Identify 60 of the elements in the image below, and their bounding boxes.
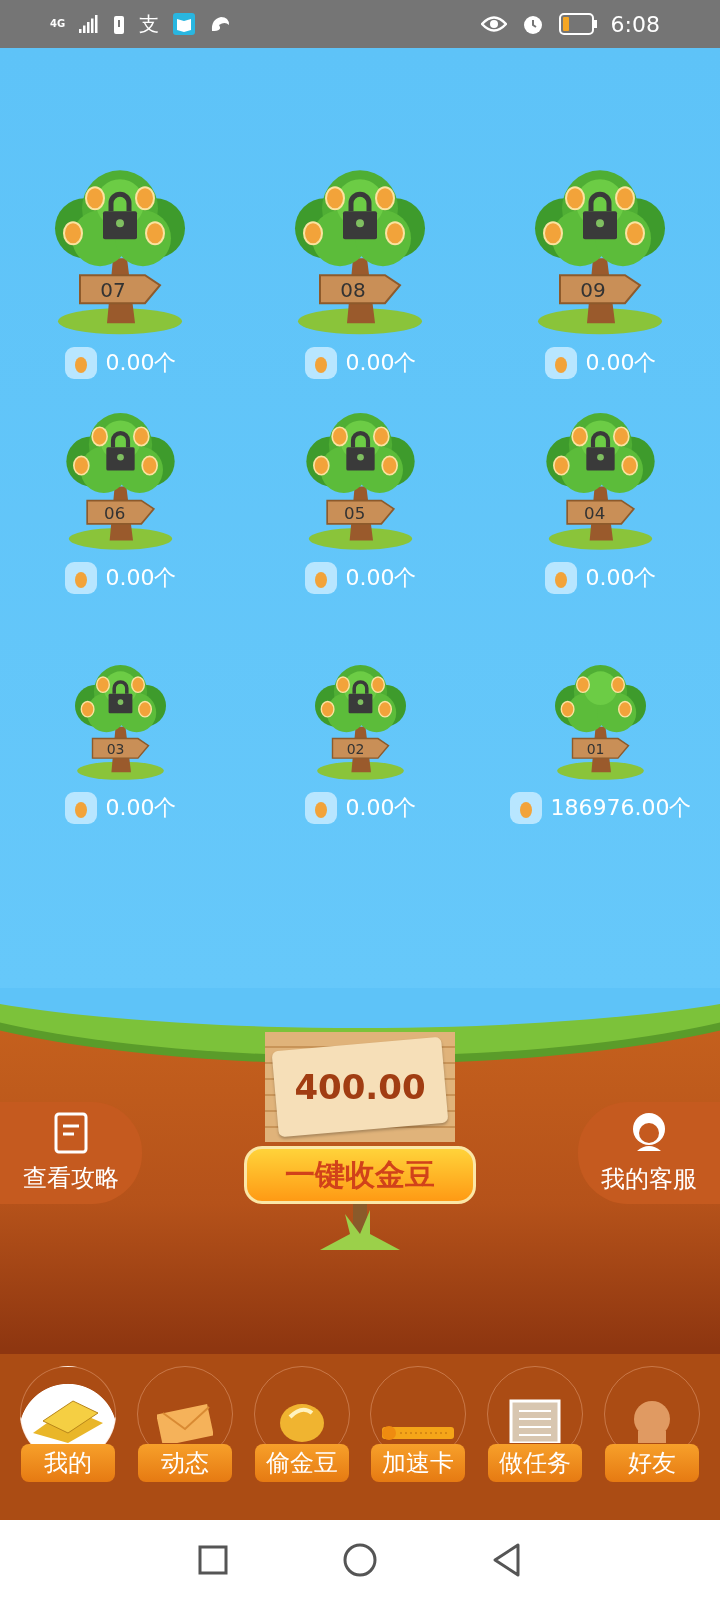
envelope-icon [157, 1403, 213, 1443]
acorn-icon [303, 791, 338, 825]
lock-icon [348, 680, 372, 714]
home-icon[interactable] [343, 1543, 377, 1577]
bean-amount: 0.00个 [105, 564, 177, 592]
bean-amount: 0.00个 [105, 794, 177, 822]
wooden-sign [91, 738, 150, 760]
tree-number: 04 [583, 503, 605, 523]
wooden-sign [85, 499, 155, 525]
network-type: 4G [50, 19, 66, 29]
lock-icon [585, 430, 615, 471]
bean-amount: 0.00个 [345, 564, 417, 592]
lock-icon [343, 191, 377, 239]
bean-amount: 0.00个 [345, 794, 417, 822]
bean-amount: 0.00个 [345, 349, 417, 377]
speed-bar-icon [380, 1423, 457, 1443]
acorn-icon [508, 791, 543, 825]
acorn-icon [303, 346, 338, 380]
book-icon [173, 13, 196, 35]
document-icon [509, 1399, 561, 1443]
tree-number: 06 [103, 503, 125, 523]
bean-amount: 0.00个 [585, 564, 657, 592]
acorn-icon [543, 346, 578, 380]
acorn-icon [543, 561, 578, 595]
acorn-icon [63, 346, 98, 380]
wooden-sign [565, 499, 635, 525]
lock-icon [103, 191, 137, 239]
acorn-icon [303, 561, 338, 595]
tree-number: 03 [106, 741, 124, 758]
lock-icon [105, 430, 135, 471]
eye-icon [480, 15, 507, 33]
tree-number: 09 [580, 277, 606, 302]
bean-amount: 186976.00个 [550, 794, 692, 822]
bean-amount: 0.00个 [105, 349, 177, 377]
tree-number: 01 [586, 741, 604, 758]
tree-number: 08 [340, 277, 366, 302]
customer-service-button[interactable]: 我的客服 [578, 1102, 720, 1204]
clock-time: 6:08 [610, 11, 660, 37]
bean-amount: 0.00个 [585, 349, 657, 377]
signal-icon [79, 15, 100, 33]
tree-number: 05 [343, 503, 365, 523]
battery-icon [558, 13, 597, 35]
recent-apps-icon[interactable] [198, 1545, 228, 1575]
acorn-icon [63, 561, 98, 595]
wooden-sign [331, 738, 390, 760]
document-icon [54, 1112, 88, 1154]
bean-total: 400.00 [294, 1067, 426, 1107]
battery-alert-icon [113, 13, 126, 35]
tree-number: 02 [346, 741, 364, 758]
guide-button[interactable]: 查看攻略 [0, 1102, 142, 1204]
tree-number: 07 [100, 277, 126, 302]
app-glyph: 支 [139, 10, 160, 38]
wooden-sign [325, 499, 395, 525]
acorn-icon [63, 791, 98, 825]
collect-button[interactable]: 一键收金豆 [244, 1146, 476, 1204]
wooden-sign [571, 738, 630, 760]
lock-icon [108, 680, 132, 714]
lock-icon [583, 191, 617, 239]
lock-icon [345, 430, 375, 471]
back-icon[interactable] [492, 1543, 522, 1577]
